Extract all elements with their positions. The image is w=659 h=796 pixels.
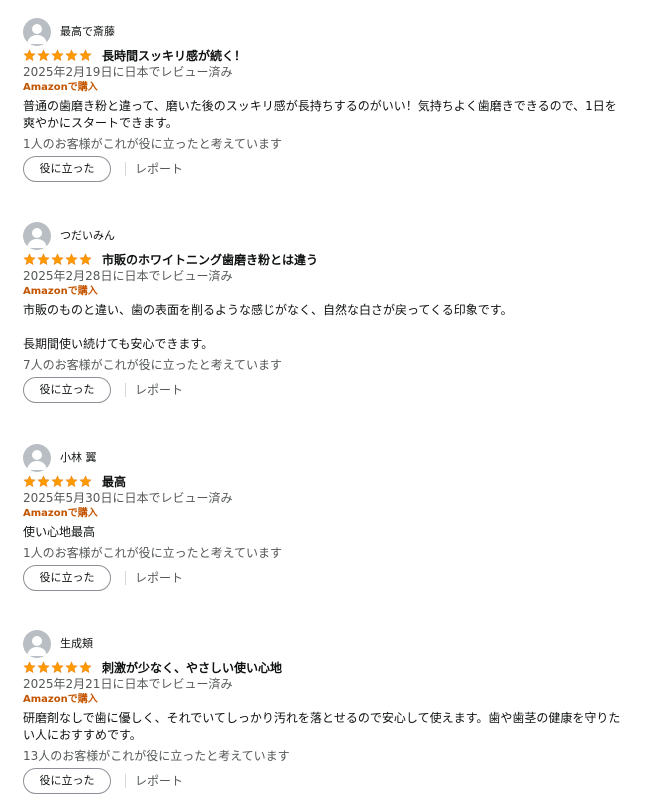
review-body: 普通の歯磨き粉と違って、磨いた後のスッキリ感が長持ちするのがいい！気持ちよく歯磨… (23, 98, 623, 132)
review-body: 研磨剤なしで歯に優しく、それでいてしっかり汚れを落とせるので安心して使えます。歯… (23, 710, 623, 744)
review-body-paragraph: 市販のものと違い、歯の表面を削るような感じがなく、自然な白さが戻ってくる印象です… (23, 303, 513, 317)
helpful-button[interactable]: 役に立った (23, 565, 111, 591)
review-title[interactable]: 刺激が少なく、やさしい使い心地 (102, 660, 282, 676)
star-rating[interactable] (23, 253, 93, 266)
helpful-count: 1人のお客様がこれが役に立ったと考えています (23, 546, 283, 560)
star-rating[interactable] (23, 475, 93, 488)
action-divider (125, 774, 126, 788)
action-divider (125, 383, 126, 397)
verified-purchase-badge: Amazonで購入 (23, 82, 98, 93)
star-icon (23, 253, 36, 266)
review-card: 小林 翼 最高 2025年5月30日に日本でレビュー済み Amazonで購入 使… (23, 444, 623, 593)
review-body: 市販のものと違い、歯の表面を削るような感じがなく、自然な白さが戻ってくる印象です… (23, 302, 623, 353)
star-icon (79, 253, 92, 266)
star-icon (51, 253, 64, 266)
star-icon (79, 661, 92, 674)
review-title-row: 刺激が少なく、やさしい使い心地 (23, 660, 623, 676)
reviewer-profile[interactable]: 最高で斎藤 (23, 18, 623, 46)
review-title[interactable]: 市販のホワイトニング歯磨き粉とは違う (102, 252, 318, 268)
avatar-icon (23, 444, 51, 472)
review-actions: 役に立った レポート (23, 377, 623, 405)
review-body-paragraph: 普通の歯磨き粉と違って、磨いた後のスッキリ感が長持ちするのがいい！気持ちよく歯磨… (23, 99, 617, 130)
report-link[interactable]: レポート (135, 161, 183, 177)
review-card: 最高で斎藤 長時間スッキリ感が続く！ 2025年2月19日に日本でレビュー済み … (23, 18, 623, 184)
review-date: 2025年2月21日に日本でレビュー済み (23, 677, 233, 691)
action-divider (125, 571, 126, 585)
avatar-icon (23, 630, 51, 658)
star-icon (79, 49, 92, 62)
reviewer-name[interactable]: 最高で斎藤 (60, 25, 115, 39)
star-rating[interactable] (23, 49, 93, 62)
review-actions: 役に立った レポート (23, 565, 623, 593)
star-rating[interactable] (23, 661, 93, 674)
review-date: 2025年2月28日に日本でレビュー済み (23, 269, 233, 283)
helpful-count: 1人のお客様がこれが役に立ったと考えています (23, 137, 283, 151)
star-icon (37, 475, 50, 488)
review-body-paragraph: 研磨剤なしで歯に優しく、それでいてしっかり汚れを落とせるので安心して使えます。歯… (23, 711, 621, 742)
star-icon (51, 661, 64, 674)
star-icon (51, 49, 64, 62)
star-icon (37, 661, 50, 674)
star-icon (37, 49, 50, 62)
review-body: 使い心地最高 (23, 524, 623, 541)
review-actions: 役に立った レポート (23, 156, 623, 184)
report-link[interactable]: レポート (135, 773, 183, 789)
star-icon (23, 49, 36, 62)
review-card: つだいみん 市販のホワイトニング歯磨き粉とは違う 2025年2月28日に日本でレ… (23, 222, 623, 405)
reviewer-profile[interactable]: つだいみん (23, 222, 623, 250)
review-title-row: 長時間スッキリ感が続く！ (23, 48, 623, 64)
reviewer-name[interactable]: 小林 翼 (60, 451, 97, 465)
helpful-count: 13人のお客様がこれが役に立ったと考えています (23, 749, 290, 763)
review-body-paragraph: 長期間使い続けても安心できます。 (23, 337, 214, 351)
review-date: 2025年2月19日に日本でレビュー済み (23, 65, 233, 79)
review-card: 生成頬 刺激が少なく、やさしい使い心地 2025年2月21日に日本でレビュー済み… (23, 630, 623, 796)
reviewer-profile[interactable]: 小林 翼 (23, 444, 623, 472)
review-actions: 役に立った レポート (23, 768, 623, 796)
reviewer-profile[interactable]: 生成頬 (23, 630, 623, 658)
helpful-button[interactable]: 役に立った (23, 377, 111, 403)
avatar-icon (23, 222, 51, 250)
review-body-paragraph: 使い心地最高 (23, 525, 96, 539)
star-icon (51, 475, 64, 488)
review-title-row: 市販のホワイトニング歯磨き粉とは違う (23, 252, 623, 268)
reviewer-name[interactable]: つだいみん (60, 229, 115, 243)
action-divider (125, 162, 126, 176)
star-icon (65, 475, 78, 488)
star-icon (65, 661, 78, 674)
reviewer-name[interactable]: 生成頬 (60, 637, 93, 651)
verified-purchase-badge: Amazonで購入 (23, 286, 98, 297)
verified-purchase-badge: Amazonで購入 (23, 694, 98, 705)
star-icon (23, 475, 36, 488)
star-icon (23, 661, 36, 674)
helpful-button[interactable]: 役に立った (23, 768, 111, 794)
review-title-row: 最高 (23, 474, 623, 490)
star-icon (37, 253, 50, 266)
verified-purchase-badge: Amazonで購入 (23, 508, 98, 519)
review-title[interactable]: 最高 (102, 474, 126, 490)
report-link[interactable]: レポート (135, 570, 183, 586)
star-icon (79, 475, 92, 488)
report-link[interactable]: レポート (135, 382, 183, 398)
avatar-icon (23, 18, 51, 46)
review-title[interactable]: 長時間スッキリ感が続く！ (102, 48, 246, 64)
review-date: 2025年5月30日に日本でレビュー済み (23, 491, 233, 505)
star-icon (65, 49, 78, 62)
helpful-count: 7人のお客様がこれが役に立ったと考えています (23, 358, 283, 372)
star-icon (65, 253, 78, 266)
helpful-button[interactable]: 役に立った (23, 156, 111, 182)
